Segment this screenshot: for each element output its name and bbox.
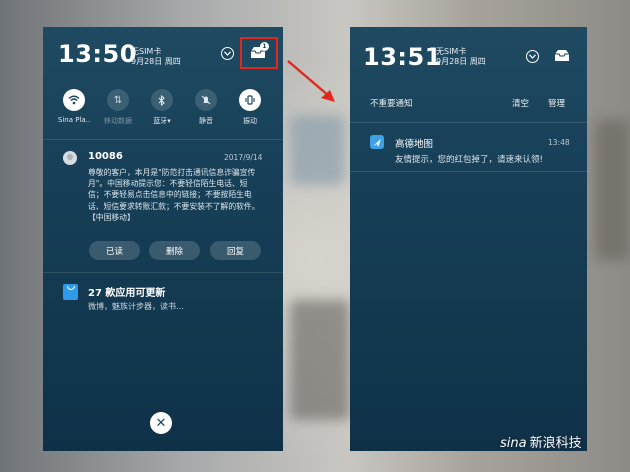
quick-settings-row: Sina Pla.. ⇅ 移动数据 蓝牙▾ 静音 振动 (43, 87, 283, 132)
qs-label: 蓝牙▾ (153, 117, 171, 125)
qs-label: Sina Pla.. (57, 116, 91, 124)
qs-mute[interactable]: 静音 (189, 89, 223, 126)
contact-avatar-icon (63, 151, 77, 165)
date-label: 9月28日 周四 (131, 57, 181, 66)
notification-inbox-icon[interactable] (554, 49, 570, 62)
notification-badge: 1 (260, 42, 269, 51)
sina-logo-text: sina (500, 436, 527, 451)
notification-shade-right: 13:51 无SIM卡 9月28日 周四 不重要通知 清空 管理 高德地图 13… (350, 27, 587, 451)
mute-icon (195, 89, 217, 111)
expand-toggle-icon[interactable] (221, 47, 234, 60)
mobile-data-icon: ⇅ (107, 89, 129, 111)
bluetooth-icon (151, 89, 173, 111)
red-arrow-icon (287, 60, 335, 102)
vibrate-icon (239, 89, 261, 111)
sina-watermark: sina 新浪科技 (500, 432, 582, 451)
clock-time: 13:51 (363, 43, 442, 71)
qs-mobile-data[interactable]: ⇅ 移动数据 (101, 89, 135, 126)
reply-button[interactable]: 回复 (210, 241, 261, 260)
expand-toggle-icon[interactable] (526, 50, 539, 63)
wifi-icon (63, 89, 85, 111)
divider (43, 272, 283, 273)
unimportant-header: 不重要通知 (370, 99, 413, 109)
background-object (290, 300, 350, 420)
qs-label: 移动数据 (104, 117, 132, 125)
qs-bluetooth[interactable]: 蓝牙▾ (145, 89, 179, 126)
divider (350, 122, 587, 123)
close-icon[interactable]: ✕ (150, 412, 172, 434)
sms-body[interactable]: 尊敬的客户，本月是"防范打击通讯信息诈骗宣传月"。中国移动提示您：不要轻信陌生电… (88, 167, 263, 223)
amap-time: 13:48 (548, 138, 570, 147)
qs-wifi[interactable]: Sina Pla.. (57, 89, 91, 124)
app-update-subtitle: 微博，魅族计步器，读书... (88, 302, 184, 311)
clock-time: 13:50 (58, 40, 137, 68)
date-label: 9月28日 周四 (436, 57, 486, 66)
sms-sender: 10086 (88, 151, 123, 162)
qs-label: 静音 (199, 117, 213, 125)
delete-button[interactable]: 删除 (149, 241, 200, 260)
background-object (290, 115, 345, 185)
app-store-icon (63, 284, 78, 300)
qs-label: 振动 (243, 117, 257, 125)
background-object (595, 120, 630, 260)
qs-vibrate[interactable]: 振动 (233, 89, 267, 126)
mark-read-button[interactable]: 已读 (89, 241, 140, 260)
amap-icon (370, 135, 384, 149)
manage-button[interactable]: 管理 (548, 97, 565, 109)
divider (350, 171, 587, 172)
sms-date: 2017/9/14 (224, 153, 263, 162)
amap-message[interactable]: 友情提示，您的红包掉了，请速来认领! (395, 153, 543, 165)
amap-app-name[interactable]: 高德地图 (395, 136, 433, 150)
clear-button[interactable]: 清空 (512, 97, 529, 109)
app-update-title[interactable]: 27 款应用可更新 (88, 284, 165, 299)
divider (43, 139, 283, 140)
sina-tech-text: 新浪科技 (529, 436, 582, 451)
notification-shade-left: 13:50 无SIM卡 9月28日 周四 1 Sina Pla.. ⇅ 移动数据… (43, 27, 283, 451)
